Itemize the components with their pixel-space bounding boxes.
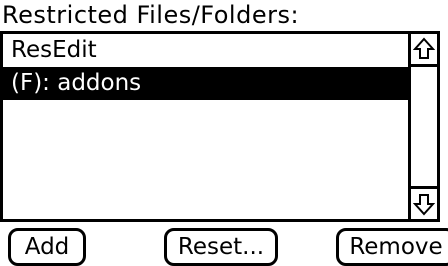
list-items: ResEdit (F): addons (3, 34, 408, 219)
list-item-addons[interactable]: (F): addons (3, 67, 408, 100)
reset-button[interactable]: Reset... (164, 228, 278, 266)
restricted-files-list[interactable]: ResEdit (F): addons (0, 31, 440, 222)
scroll-down-button[interactable] (411, 186, 437, 219)
add-button[interactable]: Add (8, 228, 86, 266)
vertical-scrollbar[interactable] (408, 34, 437, 219)
down-arrow-icon (413, 194, 435, 216)
restricted-files-heading: Restricted Files/Folders: (2, 1, 300, 29)
list-item-resedit[interactable]: ResEdit (3, 34, 408, 67)
up-arrow-icon (413, 37, 435, 59)
scroll-up-button[interactable] (411, 34, 437, 67)
remove-button[interactable]: Remove (336, 228, 448, 266)
